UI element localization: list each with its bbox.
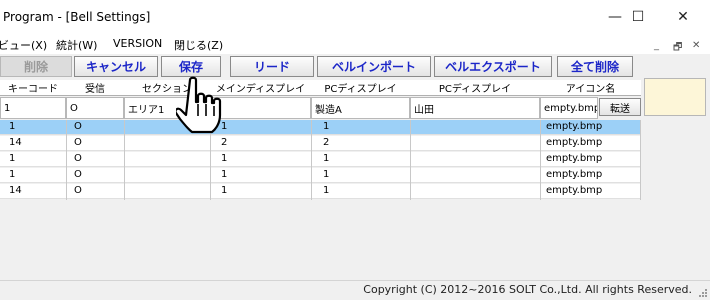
save-button[interactable]: 保存	[161, 56, 221, 77]
maximize-button[interactable]: ☐	[615, 0, 661, 34]
cancel-button[interactable]: キャンセル	[74, 56, 158, 77]
cell-icon-name: empty.bmp	[546, 137, 603, 148]
receive-input[interactable]: O	[66, 97, 124, 119]
header-receive: 受信	[66, 80, 124, 96]
table-row[interactable]: 1 O 1 1 empty.bmp	[0, 168, 640, 183]
cell-keycode: 1	[9, 153, 16, 164]
table-row[interactable]: 1 O 1 1 empty.bmp	[0, 120, 640, 135]
hand-cursor-icon	[176, 76, 222, 134]
cell-icon-name: empty.bmp	[546, 121, 603, 132]
cell-keycode: 1	[9, 121, 16, 132]
table-row[interactable]: 1 O 1 1 empty.bmp	[0, 152, 640, 167]
cell-main-display: 2	[221, 137, 228, 148]
delete-button[interactable]: 削除	[0, 56, 72, 77]
cell-keycode: 14	[9, 185, 22, 196]
mdi-minimize-button[interactable]: _	[654, 40, 659, 51]
bell-import-button[interactable]: ベルインポート	[317, 56, 431, 77]
pc-display-1-input[interactable]: 製造A	[311, 97, 410, 119]
window-title: Program - [Bell Settings]	[3, 10, 151, 24]
header-pc-display-2: PCディスプレイ	[410, 80, 540, 96]
icon-name-input[interactable]: empty.bmp	[540, 97, 598, 119]
cell-icon-name: empty.bmp	[546, 185, 603, 196]
copyright-text: Copyright (C) 2012~2016 SOLT Co.,Ltd. Al…	[363, 283, 692, 296]
grid-divider	[540, 120, 541, 200]
menu-close[interactable]: 閉じる(Z)	[174, 37, 223, 53]
convert-button[interactable]: 転送	[599, 98, 641, 116]
pc-display-2-input[interactable]: 山田	[410, 97, 540, 119]
grid-divider	[124, 120, 125, 200]
cell-icon-name: empty.bmp	[546, 169, 603, 180]
cell-receive: O	[74, 169, 82, 180]
main-display-input[interactable]	[210, 97, 311, 119]
cell-main-display: 1	[221, 169, 228, 180]
grid-divider	[66, 120, 67, 200]
menu-bar	[0, 34, 710, 54]
cell-pc-display-1: 1	[323, 169, 330, 180]
cell-pc-display-1: 2	[323, 137, 330, 148]
table-row[interactable]: 14 O 1 1 empty.bmp	[0, 184, 640, 199]
close-button[interactable]: ✕	[660, 0, 706, 34]
grid-divider	[640, 120, 641, 200]
header-pc-display-1: PCディスプレイ	[311, 80, 410, 96]
keycode-input[interactable]: 1	[0, 97, 66, 119]
bell-export-button[interactable]: ベルエクスポート	[434, 56, 552, 77]
menu-view[interactable]: ビュー(X)	[0, 37, 47, 53]
cell-keycode: 14	[9, 137, 22, 148]
cell-pc-display-1: 1	[323, 153, 330, 164]
cell-icon-name: empty.bmp	[546, 153, 603, 164]
grid-divider	[410, 120, 411, 200]
resize-grip-icon[interactable]	[697, 287, 707, 297]
preview-panel	[644, 78, 706, 116]
cell-main-display: 1	[221, 185, 228, 196]
cell-pc-display-1: 1	[323, 121, 330, 132]
cell-receive: O	[74, 185, 82, 196]
mdi-close-button[interactable]: ✕	[692, 40, 700, 51]
table-row[interactable]: 14 O 2 2 empty.bmp	[0, 136, 640, 151]
read-button[interactable]: リード	[230, 56, 314, 77]
header-icon-name: アイコン名	[540, 80, 641, 96]
grid-divider	[311, 120, 312, 200]
menu-version[interactable]: VERSION	[113, 37, 162, 50]
header-main-display: メインディスプレイ	[210, 80, 311, 96]
menu-stats[interactable]: 統計(W)	[56, 37, 97, 53]
delete-all-button[interactable]: 全て削除	[557, 56, 633, 77]
header-keycode: キーコード	[0, 80, 66, 96]
cell-pc-display-1: 1	[323, 185, 330, 196]
cell-receive: O	[74, 121, 82, 132]
cell-main-display: 1	[221, 153, 228, 164]
cell-receive: O	[74, 153, 82, 164]
cell-keycode: 1	[9, 169, 16, 180]
cell-receive: O	[74, 137, 82, 148]
